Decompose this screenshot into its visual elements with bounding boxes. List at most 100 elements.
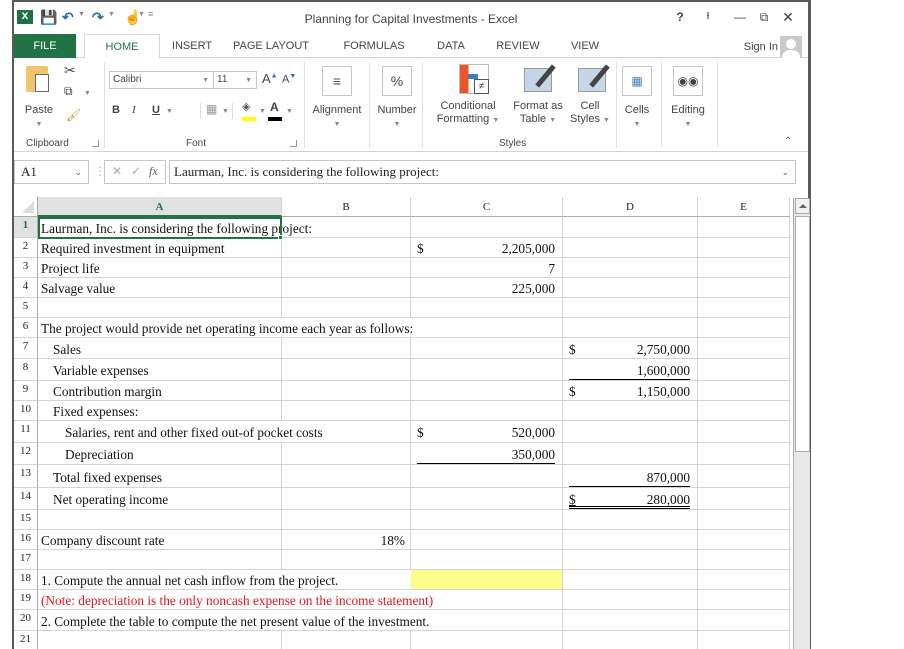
tab-page-layout[interactable]: PAGE LAYOUT — [226, 34, 316, 58]
cell-B12[interactable] — [282, 443, 411, 465]
row-header-20[interactable]: 20 — [14, 610, 38, 631]
font-color-icon[interactable]: A — [270, 100, 279, 114]
cancel-entry-icon[interactable]: ✕ — [112, 164, 122, 178]
cell-E4[interactable] — [698, 278, 790, 298]
paste-button[interactable]: Paste ▼ — [24, 104, 54, 131]
row-header-21[interactable]: 21 — [14, 631, 38, 649]
help-button[interactable]: ? — [670, 9, 690, 25]
cell-B10[interactable] — [282, 401, 411, 421]
close-icon[interactable]: ✕ — [778, 9, 798, 25]
row-header-12[interactable]: 12 — [14, 443, 38, 465]
row-header-9[interactable]: 9 — [14, 381, 38, 401]
row-header-2[interactable]: 2 — [14, 238, 38, 258]
cell-B5[interactable] — [282, 298, 411, 318]
row-header-18[interactable]: 18 — [14, 570, 38, 590]
tab-home[interactable]: HOME — [84, 34, 160, 59]
row-header-8[interactable]: 8 — [14, 359, 38, 381]
cell-B8[interactable] — [282, 359, 411, 381]
row-header-13[interactable]: 13 — [14, 465, 38, 488]
cell-C15[interactable] — [411, 510, 563, 530]
cell-E12[interactable] — [698, 443, 790, 465]
cell-E11[interactable] — [698, 421, 790, 443]
font-color-dropdown-icon[interactable]: ▼ — [286, 108, 293, 115]
column-header-c[interactable]: C — [411, 197, 563, 217]
cell-E3[interactable] — [698, 258, 790, 278]
bold-button[interactable]: B — [112, 104, 120, 116]
cell-B9[interactable] — [282, 381, 411, 401]
number-format-icon[interactable]: % — [382, 66, 412, 96]
cell-E18[interactable] — [698, 570, 790, 590]
cell-D12[interactable] — [563, 443, 698, 465]
cell-D17[interactable] — [563, 550, 698, 570]
row-header-7[interactable]: 7 — [14, 338, 38, 359]
editing-button[interactable]: Editing ▼ — [662, 104, 714, 131]
cell-D2[interactable] — [563, 238, 698, 258]
cell-B7[interactable] — [282, 338, 411, 359]
column-header-a[interactable]: A — [38, 197, 282, 217]
row-header-19[interactable]: 19 — [14, 590, 38, 610]
cell-D10[interactable] — [563, 401, 698, 421]
row-header-3[interactable]: 3 — [14, 258, 38, 278]
column-header-b[interactable]: B — [282, 197, 411, 217]
cell-D15[interactable] — [563, 510, 698, 530]
format-painter-icon[interactable]: 🖌 — [66, 108, 81, 122]
tab-formulas[interactable]: FORMULAS — [334, 34, 414, 58]
cell-E15[interactable] — [698, 510, 790, 530]
cell-C17[interactable] — [411, 550, 563, 570]
cell-D6[interactable] — [563, 318, 698, 338]
font-size-select[interactable]: 11 ▼ — [213, 71, 257, 89]
cell-B17[interactable] — [282, 550, 411, 570]
decrease-font-size-icon[interactable]: A▼ — [282, 73, 296, 86]
row-header-16[interactable]: 16 — [14, 530, 38, 550]
tab-data[interactable]: DATA — [426, 34, 476, 58]
row-header-5[interactable]: 5 — [14, 298, 38, 318]
cell-E16[interactable] — [698, 530, 790, 550]
font-launcher-icon[interactable] — [290, 140, 297, 147]
cell-E1[interactable] — [698, 217, 790, 238]
fill-color-icon[interactable]: ◈ — [242, 100, 250, 113]
collapse-ribbon-icon[interactable]: ⌃ — [784, 136, 792, 147]
font-name-select[interactable]: Calibri ▼ — [109, 71, 214, 89]
cell-A21[interactable] — [38, 631, 282, 649]
cell-C16[interactable] — [411, 530, 563, 550]
copy-icon[interactable]: ⧉ — [64, 84, 73, 99]
conditional-formatting-icon[interactable]: ≠ — [459, 64, 489, 94]
cut-icon[interactable]: ✂ — [64, 62, 76, 79]
row-header-6[interactable]: 6 — [14, 318, 38, 338]
cell-C10[interactable] — [411, 401, 563, 421]
cell-D4[interactable] — [563, 278, 698, 298]
row-header-15[interactable]: 15 — [14, 510, 38, 530]
underline-button[interactable]: U — [152, 104, 160, 116]
row-header-10[interactable]: 10 — [14, 401, 38, 421]
sign-in[interactable]: Sign In — [744, 36, 802, 58]
column-header-d[interactable]: D — [563, 197, 698, 217]
cell-C13[interactable] — [411, 465, 563, 488]
insert-function-button[interactable]: fx — [149, 164, 158, 179]
increase-font-size-icon[interactable]: A▲ — [262, 71, 278, 86]
format-as-table-icon[interactable] — [524, 64, 556, 92]
minimize-icon[interactable]: — — [730, 9, 750, 25]
alignment-icon[interactable]: ≡ — [322, 66, 352, 96]
borders-dropdown-icon[interactable]: ▼ — [222, 108, 229, 115]
scrollbar-thumb[interactable] — [795, 216, 810, 452]
cell-E13[interactable] — [698, 465, 790, 488]
cell-E5[interactable] — [698, 298, 790, 318]
cell-D19[interactable] — [563, 590, 698, 610]
find-binoculars-icon[interactable]: ◉◉ — [673, 66, 703, 96]
cell-E10[interactable] — [698, 401, 790, 421]
cell-C9[interactable] — [411, 381, 563, 401]
cell-A17[interactable] — [38, 550, 282, 570]
cells-button[interactable]: Cells ▼ — [618, 104, 656, 131]
formula-input[interactable]: Laurman, Inc. is considering the followi… — [169, 160, 796, 184]
fill-handle[interactable] — [278, 235, 283, 240]
cell-B2[interactable] — [282, 238, 411, 258]
cell-B21[interactable] — [282, 631, 411, 649]
cell-E7[interactable] — [698, 338, 790, 359]
row-header-14[interactable]: 14 — [14, 488, 38, 510]
cell-E17[interactable] — [698, 550, 790, 570]
cell-D11[interactable] — [563, 421, 698, 443]
confirm-entry-icon[interactable]: ✓ — [131, 164, 141, 178]
cell-E14[interactable] — [698, 488, 790, 510]
cell-C21[interactable] — [411, 631, 563, 649]
borders-icon[interactable]: ▦ — [206, 102, 217, 116]
